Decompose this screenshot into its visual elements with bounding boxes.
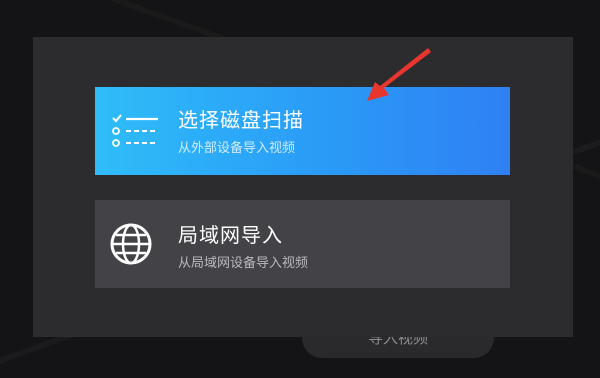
lan-import-title: 局域网导入	[178, 223, 283, 247]
disk-scan-subtitle: 从外部设备导入视频	[178, 141, 296, 156]
disk-scan-option[interactable]: 选择磁盘扫描 从外部设备导入视频	[95, 87, 510, 175]
import-dialog: 选择磁盘扫描 从外部设备导入视频 局域网导入 从局域网设备导入视频	[33, 37, 573, 337]
globe-icon	[110, 223, 152, 265]
disk-scan-title: 选择磁盘扫描	[178, 108, 304, 132]
lan-import-option[interactable]: 局域网导入 从局域网设备导入视频	[95, 200, 510, 288]
lan-import-subtitle: 从局域网设备导入视频	[178, 256, 309, 271]
list-scan-icon	[112, 114, 158, 147]
